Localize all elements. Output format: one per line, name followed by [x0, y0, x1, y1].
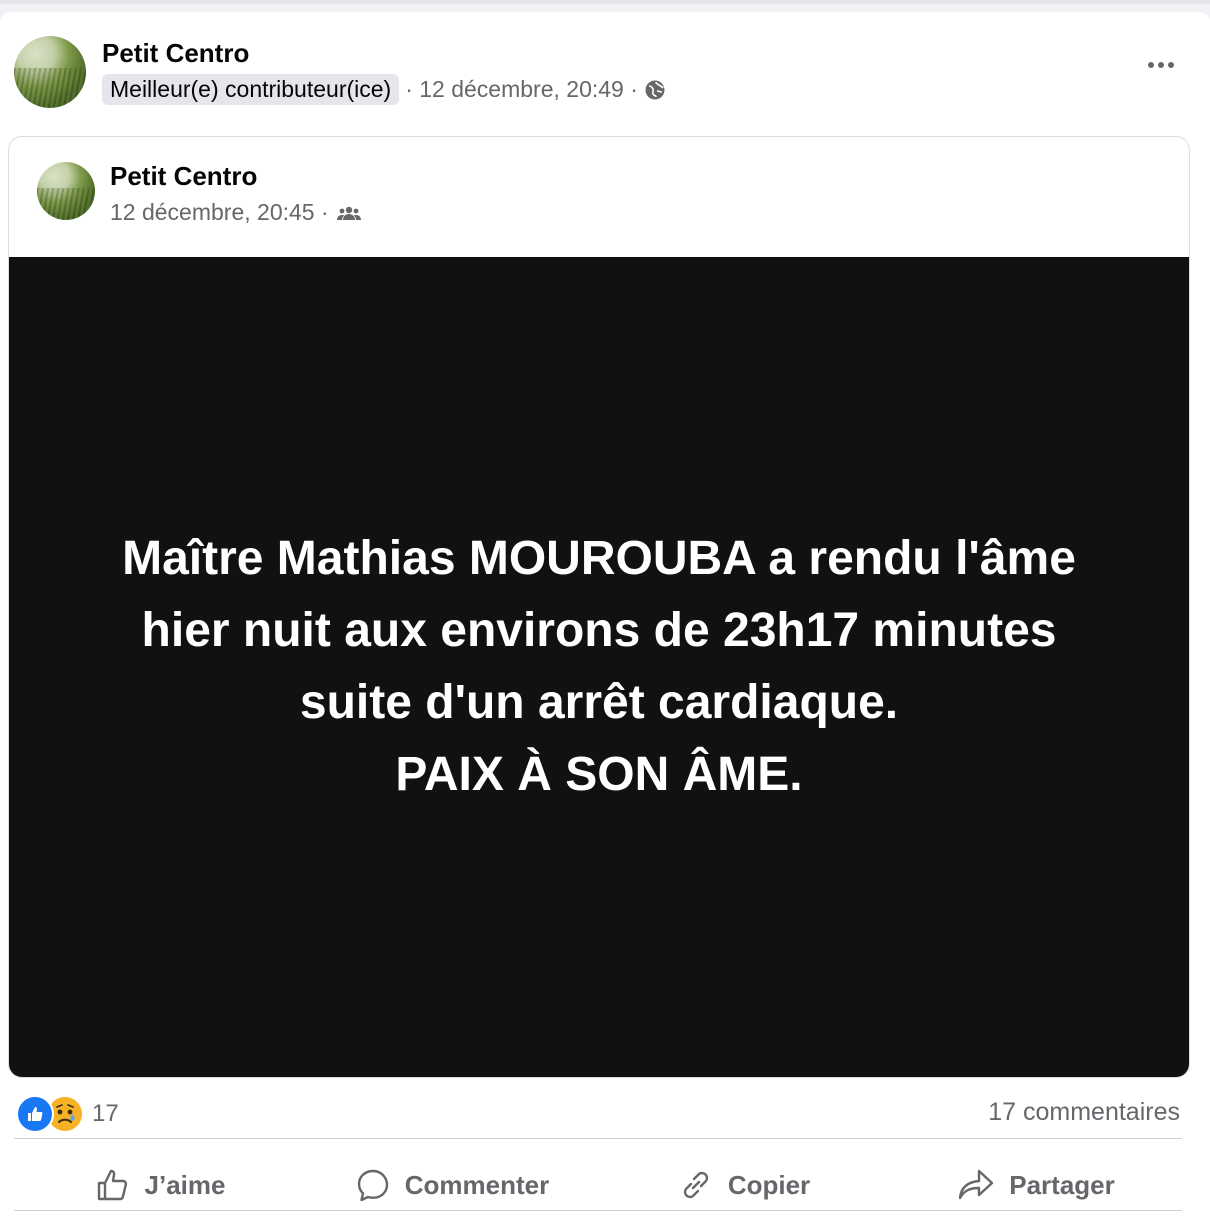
divider [14, 1138, 1182, 1139]
globe-icon [644, 79, 666, 101]
more-options-icon[interactable] [1148, 62, 1174, 68]
shared-post-timestamp[interactable]: 12 décembre, 20:45 · [110, 199, 329, 226]
top-border [0, 0, 1210, 4]
group-icon [336, 204, 361, 222]
share-label: Partager [1009, 1169, 1115, 1200]
shared-author-name[interactable]: Petit Centro [110, 161, 257, 192]
reaction-count: 17 [92, 1100, 119, 1127]
divider [14, 1210, 1182, 1211]
reactions-summary[interactable]: 17 [16, 1095, 119, 1133]
copy-label: Copier [727, 1169, 811, 1200]
shared-post-meta: 12 décembre, 20:45 · [110, 199, 361, 226]
link-icon [678, 1167, 714, 1203]
contributor-badge[interactable]: Meilleur(e) contributeur(ice) [102, 74, 400, 105]
post-text-background: Maître Mathias MOUROUBA a rendu l'âme hi… [9, 257, 1189, 1077]
share-icon [957, 1167, 995, 1203]
author-name[interactable]: Petit Centro [102, 38, 249, 69]
like-label: J’aime [144, 1169, 226, 1200]
thumbs-up-icon [95, 1167, 131, 1203]
post-meta: Meilleur(e) contributeur(ice) · 12 décem… [102, 74, 666, 105]
post-text: Maître Mathias MOUROUBA a rendu l'âme hi… [122, 532, 1076, 801]
comment-icon [355, 1167, 391, 1203]
shared-post[interactable]: Petit Centro 12 décembre, 20:45 · Maître… [8, 136, 1190, 1078]
comments-count-link[interactable]: 17 commentaires [988, 1098, 1180, 1127]
shared-author-avatar[interactable] [37, 162, 95, 220]
post-card: Petit Centro Meilleur(e) contributeur(ic… [0, 12, 1210, 1228]
post-timestamp[interactable]: · 12 décembre, 20:49 · [405, 76, 638, 103]
author-avatar[interactable] [14, 36, 86, 108]
like-reaction-icon [16, 1095, 54, 1133]
comment-label: Commenter [404, 1169, 550, 1200]
